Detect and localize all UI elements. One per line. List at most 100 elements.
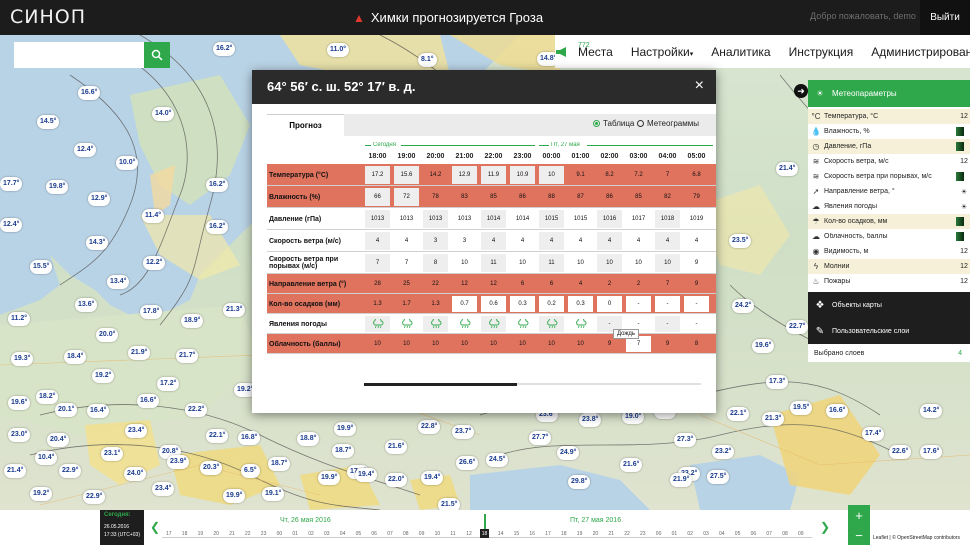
temperature-label[interactable]: 6.5° (241, 464, 260, 478)
temperature-label[interactable]: 23.9° (167, 455, 190, 469)
parameter-item[interactable]: ➚ Направление ветра, ° ☀ (808, 184, 970, 199)
temperature-label[interactable]: 19.8° (46, 180, 69, 194)
scrollbar-thumb[interactable] (364, 383, 517, 386)
timeline-hour[interactable]: 01 (672, 531, 678, 537)
temperature-label[interactable]: 22.9° (83, 490, 106, 504)
temperature-label[interactable]: 16.8° (238, 431, 261, 445)
parameter-item[interactable]: ≋ Скорость ветра при порывах, м/с (808, 169, 970, 184)
collapse-panel-button[interactable]: ➜ (794, 84, 808, 98)
timeline-hour[interactable]: 11 (450, 531, 455, 537)
nav-settings[interactable]: Настройки▾ (622, 45, 702, 59)
tab-forecast[interactable]: Прогноз (267, 114, 344, 136)
temperature-label[interactable]: 19.2° (30, 487, 53, 501)
temperature-label[interactable]: 14.0° (152, 107, 175, 121)
temperature-label[interactable]: 21.3° (762, 412, 785, 426)
temperature-label[interactable]: 22.2° (185, 403, 208, 417)
temperature-label[interactable]: 11.0° (327, 43, 350, 57)
search-button[interactable] (144, 42, 170, 68)
timeline-hour[interactable]: 04 (719, 531, 725, 537)
parameter-item[interactable]: ☂ Кол-во осадков, мм (808, 214, 970, 229)
temperature-label[interactable]: 22.6° (889, 445, 912, 459)
parameter-item[interactable]: °C Температура, °C 12 (808, 109, 970, 124)
temperature-label[interactable]: 22.0° (385, 473, 408, 487)
timeline-hour[interactable]: 19 (198, 531, 204, 537)
temperature-label[interactable]: 8.1° (418, 53, 437, 67)
timeline-hour[interactable]: 20 (213, 531, 219, 537)
temperature-label[interactable]: 13.4° (107, 275, 130, 289)
timeline-zoom-out-button[interactable]: − (848, 525, 870, 545)
temperature-label[interactable]: 21.9° (670, 473, 693, 487)
temperature-label[interactable]: 22.8° (418, 420, 441, 434)
temperature-label[interactable]: 22.7° (786, 320, 809, 334)
search-input[interactable] (14, 42, 144, 68)
temperature-label[interactable]: 12.9° (88, 192, 111, 206)
temperature-label[interactable]: 24.5° (486, 453, 509, 467)
temperature-label[interactable]: 21.4° (4, 464, 27, 478)
temperature-label[interactable]: 12.4° (0, 218, 23, 232)
temperature-label[interactable]: 17.7° (0, 177, 23, 191)
temperature-label[interactable]: 17.2° (157, 377, 180, 391)
temperature-label[interactable]: 22.1° (206, 429, 229, 443)
timeline-hour[interactable]: 22 (624, 531, 630, 537)
timeline-prev-button[interactable]: ❮ (150, 520, 160, 534)
timeline-hour[interactable]: 07 (766, 531, 772, 537)
timeline-hour[interactable]: 17 (545, 531, 551, 537)
temperature-label[interactable]: 27.5° (707, 470, 730, 484)
temperature-label[interactable]: 20.3° (200, 461, 223, 475)
timeline-hour[interactable]: 18 (182, 531, 188, 537)
timeline-zoom-in-button[interactable]: + (848, 505, 870, 525)
temperature-label[interactable]: 14.2° (920, 404, 943, 418)
timeline-next-button[interactable]: ❯ (820, 520, 830, 534)
temperature-label[interactable]: 23.4° (125, 424, 148, 438)
timeline-hour[interactable]: 23 (640, 531, 646, 537)
temperature-label[interactable]: 15.5° (30, 260, 53, 274)
parameter-item[interactable]: ♨ Пожары 12 (808, 274, 970, 289)
parameter-item[interactable]: ◉ Видимость, м 12 (808, 244, 970, 259)
temperature-label[interactable]: 21.3° (223, 303, 246, 317)
temperature-label[interactable]: 27.3° (674, 433, 697, 447)
weather-alert[interactable]: ▲ Химки прогнозируется Гроза (353, 10, 543, 25)
parameter-item[interactable]: 💧 Влажность, % (808, 124, 970, 139)
temperature-label[interactable]: 19.1° (262, 487, 285, 501)
temperature-label[interactable]: 10.0° (116, 156, 139, 170)
timeline-hour[interactable]: 21 (608, 531, 614, 537)
timeline-hour[interactable]: 17 (166, 531, 172, 537)
temperature-label[interactable]: 19.3° (11, 352, 34, 366)
temperature-label[interactable]: 17.8° (140, 305, 163, 319)
temperature-label[interactable]: 21.9° (128, 346, 151, 360)
temperature-label[interactable]: 12.4° (74, 143, 97, 157)
timeline-hour[interactable]: 02 (687, 531, 693, 537)
temperature-label[interactable]: 19.6° (752, 339, 775, 353)
timeline-hour[interactable]: 15 (514, 531, 520, 537)
temperature-label[interactable]: 21.4° (776, 162, 799, 176)
timeline-hour[interactable]: 22 (245, 531, 251, 537)
temperature-label[interactable]: 23.2° (712, 445, 735, 459)
timeline-hour[interactable]: 03 (703, 531, 709, 537)
timeline-hour[interactable]: 06 (371, 531, 377, 537)
timeline-hour[interactable]: 08 (403, 531, 409, 537)
parameter-item[interactable]: ☁ Явления погоды ☀ (808, 199, 970, 214)
timeline-hour[interactable]: 01 (292, 531, 298, 537)
timeline-hour[interactable]: 10 (435, 531, 441, 537)
close-icon[interactable]: × (695, 77, 704, 95)
temperature-label[interactable]: 14.5° (37, 115, 60, 129)
temperature-label[interactable]: 18.7° (268, 457, 291, 471)
timeline-hour[interactable]: 00 (277, 531, 283, 537)
temperature-label[interactable]: 16.2° (206, 220, 229, 234)
temperature-label[interactable]: 17.4° (862, 427, 885, 441)
temperature-label[interactable]: 23.1° (101, 447, 124, 461)
temperature-label[interactable]: 20.1° (55, 403, 78, 417)
temperature-label[interactable]: 19.4° (421, 471, 444, 485)
timeline-hour[interactable]: 21 (229, 531, 235, 537)
nav-administration[interactable]: Администрирование (862, 45, 970, 59)
temperature-label[interactable]: 24.0° (124, 467, 147, 481)
temperature-label[interactable]: 19.5° (790, 401, 813, 415)
temperature-label[interactable]: 17.3° (766, 375, 789, 389)
parameter-item[interactable]: ☁ Облачность, баллы (808, 229, 970, 244)
temperature-label[interactable]: 23.8° (579, 413, 602, 427)
timeline-hour[interactable]: 05 (735, 531, 741, 537)
temperature-label[interactable]: 18.2° (36, 390, 59, 404)
timeline-hour[interactable]: 09 (419, 531, 425, 537)
temperature-label[interactable]: 29.8° (568, 475, 591, 489)
temperature-label[interactable]: 19.9° (318, 471, 341, 485)
